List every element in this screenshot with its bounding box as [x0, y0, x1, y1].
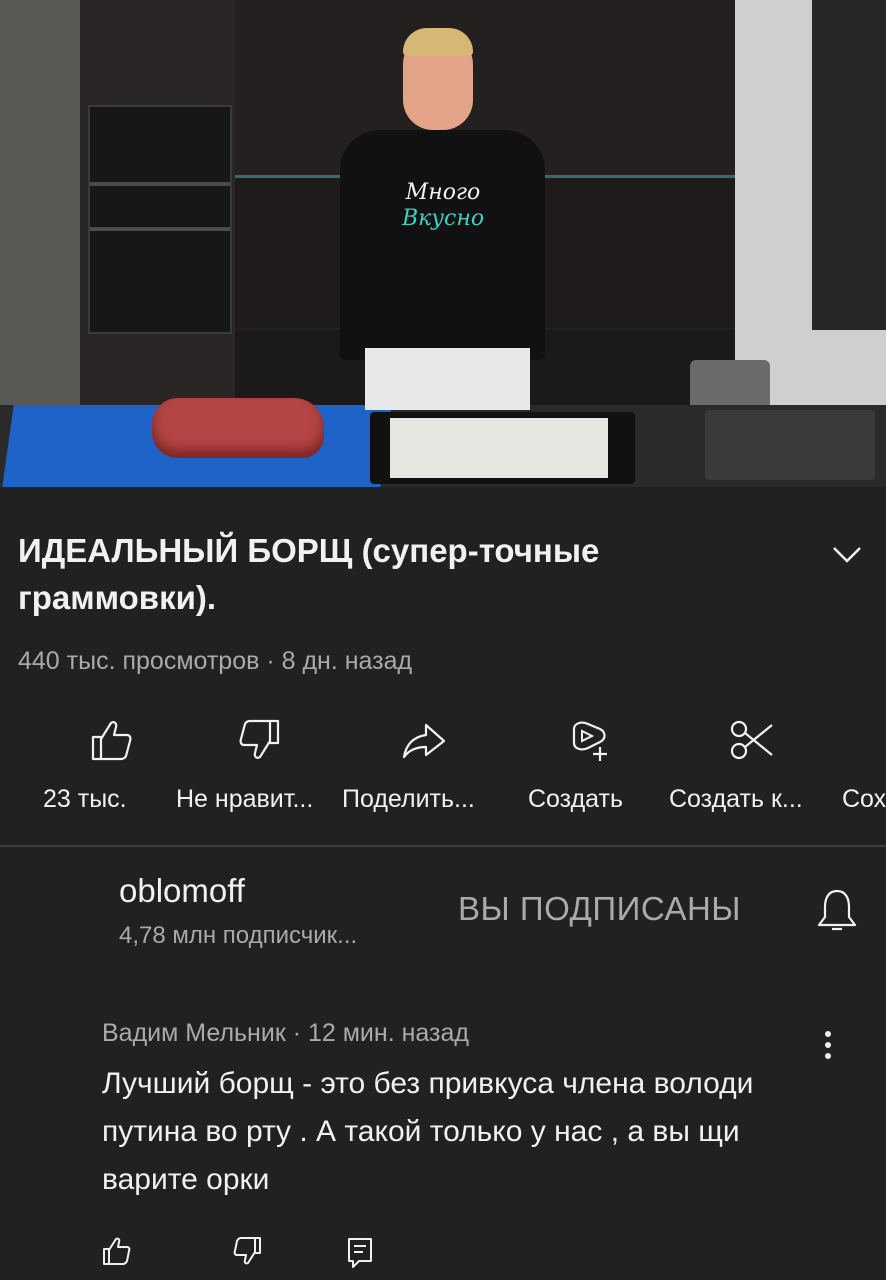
- remix-label: Создать: [528, 785, 624, 813]
- remix-icon: [572, 721, 607, 761]
- video-player[interactable]: Много Вкусно: [0, 0, 886, 487]
- clip-button[interactable]: Создать к...: [669, 715, 803, 813]
- share-icon: [402, 723, 446, 759]
- clip-icon: [730, 720, 773, 760]
- like-count: 23 тыс.: [43, 785, 127, 813]
- subscribed-button[interactable]: ВЫ ПОДПИСАНЫ: [458, 890, 741, 928]
- like-button[interactable]: 23 тыс.: [43, 715, 160, 813]
- video-title[interactable]: ИДЕАЛЬНЫЙ БОРЩ (супер-точные граммовки).: [18, 527, 798, 621]
- dislike-button[interactable]: Не нравит...: [176, 715, 313, 813]
- clip-label: Создать к...: [669, 785, 803, 813]
- remix-button[interactable]: Создать: [528, 715, 623, 813]
- comment-like-icon[interactable]: [100, 1235, 134, 1267]
- save-label: Сох: [842, 785, 886, 813]
- channel-name[interactable]: oblomoff: [119, 872, 245, 910]
- save-button[interactable]: Сох: [842, 715, 886, 825]
- bell-icon[interactable]: [815, 885, 859, 935]
- shirt-logo-top: Много: [405, 180, 481, 205]
- action-bar: 23 тыс. Не нравит... Поделить... Создать…: [0, 715, 886, 825]
- comment-dislike-icon[interactable]: [230, 1235, 264, 1267]
- dislike-label: Не нравит...: [176, 785, 314, 813]
- thumbs-down-icon: [239, 719, 280, 759]
- chevron-down-icon[interactable]: [830, 540, 864, 568]
- share-label: Поделить...: [342, 785, 475, 813]
- thumbs-up-icon: [91, 721, 132, 761]
- share-button[interactable]: Поделить...: [342, 715, 475, 813]
- section-divider: [0, 845, 886, 847]
- reply-icon[interactable]: [345, 1235, 375, 1269]
- more-vert-icon[interactable]: [818, 1028, 838, 1062]
- comment-author[interactable]: Вадим Мельник · 12 мин. назад: [102, 1019, 469, 1048]
- subscriber-count: 4,78 млн подписчик...: [119, 922, 358, 949]
- video-presenter: Много Вкусно: [340, 28, 545, 410]
- comment-text: Лучший борщ - это без привкуса члена вол…: [102, 1067, 754, 1196]
- video-meta[interactable]: 440 тыс. просмотров · 8 дн. назад: [18, 647, 412, 676]
- shirt-logo-bottom: Вкусно: [401, 206, 485, 231]
